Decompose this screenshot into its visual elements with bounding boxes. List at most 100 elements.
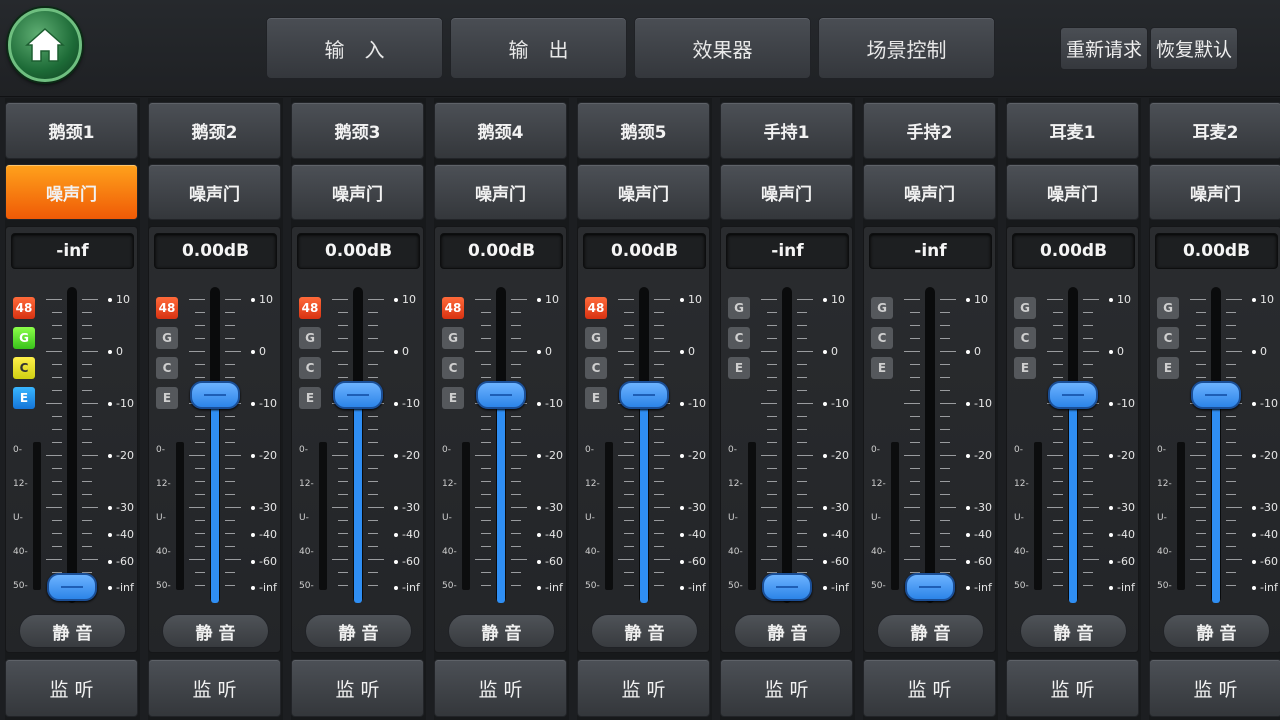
meter-label: 12- [585,479,600,489]
indicator-e[interactable]: E [299,387,321,409]
fader-track[interactable] [782,287,792,603]
home-button[interactable] [8,8,82,82]
reset-default-button[interactable]: 恢复默认 [1150,27,1238,70]
indicator-c[interactable]: C [13,357,35,379]
noise-gate-button[interactable]: 噪声门 [1006,164,1139,220]
scale-tick [338,325,348,326]
indicator-g[interactable]: G [1157,297,1179,319]
scale-tick [1226,338,1236,339]
indicator-e[interactable]: E [156,387,178,409]
gain-value: 0.00dB [154,233,277,269]
mute-button[interactable]: 静 音 [591,614,698,648]
indicator-c[interactable]: C [585,357,607,379]
channel-name-button[interactable]: 鹅颈2 [148,102,281,159]
mute-button[interactable]: 静 音 [1163,614,1270,648]
scale-tick [475,507,491,508]
scale-label: -20 [259,449,277,462]
indicator-e[interactable]: E [871,357,893,379]
indicator-e[interactable]: E [442,387,464,409]
indicator-e[interactable]: E [1157,357,1179,379]
indicator-48[interactable]: 48 [299,297,321,319]
tab-input[interactable]: 输 入 [266,17,443,79]
scale-tick [332,507,348,508]
scale-label: -30 [1117,501,1135,514]
tab-scene-control[interactable]: 场景控制 [818,17,995,79]
reload-button[interactable]: 重新请求 [1060,27,1148,70]
channel-name-button[interactable]: 手持2 [863,102,996,159]
fader-knob[interactable] [476,381,526,410]
scale-tick [1226,468,1236,469]
indicator-c[interactable]: C [1157,327,1179,349]
indicator-g[interactable]: G [156,327,178,349]
channel-name-button[interactable]: 手持1 [720,102,853,159]
indicator-c[interactable]: C [728,327,750,349]
indicator-g[interactable]: G [442,327,464,349]
indicator-g[interactable]: G [585,327,607,349]
monitor-button[interactable]: 监 听 [1149,659,1280,717]
monitor-button[interactable]: 监 听 [577,659,710,717]
meter-label: 12- [871,479,886,489]
noise-gate-button[interactable]: 噪声门 [148,164,281,220]
mute-button[interactable]: 静 音 [877,614,984,648]
fader-knob[interactable] [1048,381,1098,410]
tab-effects[interactable]: 效果器 [634,17,811,79]
scale-dot [823,586,827,590]
indicator-e[interactable]: E [585,387,607,409]
indicator-c[interactable]: C [299,357,321,379]
indicator-e[interactable]: E [13,387,35,409]
channel-name-button[interactable]: 鹅颈1 [5,102,138,159]
mute-button[interactable]: 静 音 [448,614,555,648]
indicator-48[interactable]: 48 [442,297,464,319]
mute-button[interactable]: 静 音 [305,614,412,648]
indicator-g[interactable]: G [299,327,321,349]
monitor-button[interactable]: 监 听 [291,659,424,717]
indicator-c[interactable]: C [156,357,178,379]
indicator-48[interactable]: 48 [13,297,35,319]
noise-gate-button[interactable]: 噪声门 [5,164,138,220]
fader-knob[interactable] [333,381,383,410]
fader-track[interactable] [925,287,935,603]
indicator-c[interactable]: C [442,357,464,379]
fader-knob[interactable] [905,573,955,601]
fader-knob[interactable] [190,381,240,410]
indicator-g[interactable]: G [728,297,750,319]
channel-name-button[interactable]: 耳麦1 [1006,102,1139,159]
monitor-button[interactable]: 监 听 [720,659,853,717]
tab-output[interactable]: 输 出 [450,17,627,79]
indicator-48[interactable]: 48 [156,297,178,319]
mute-button[interactable]: 静 音 [162,614,269,648]
noise-gate-button[interactable]: 噪声门 [863,164,996,220]
indicator-g[interactable]: G [871,297,893,319]
fader-track[interactable] [67,287,77,603]
indicator-c[interactable]: C [1014,327,1036,349]
channel-name-button[interactable]: 鹅颈5 [577,102,710,159]
channel-name-button[interactable]: 耳麦2 [1149,102,1280,159]
scale-tick [1053,325,1063,326]
indicator-e[interactable]: E [728,357,750,379]
indicator-48[interactable]: 48 [585,297,607,319]
noise-gate-button[interactable]: 噪声门 [577,164,710,220]
fader-knob[interactable] [1191,381,1241,410]
noise-gate-button[interactable]: 噪声门 [720,164,853,220]
indicator-e[interactable]: E [1014,357,1036,379]
monitor-button[interactable]: 监 听 [148,659,281,717]
indicator-g[interactable]: G [13,327,35,349]
mute-button[interactable]: 静 音 [734,614,841,648]
monitor-button[interactable]: 监 听 [434,659,567,717]
indicator-c[interactable]: C [871,327,893,349]
fader-knob[interactable] [762,573,812,601]
channel-name-button[interactable]: 鹅颈4 [434,102,567,159]
noise-gate-button[interactable]: 噪声门 [434,164,567,220]
noise-gate-button[interactable]: 噪声门 [291,164,424,220]
channel-name-button[interactable]: 鹅颈3 [291,102,424,159]
monitor-button[interactable]: 监 听 [5,659,138,717]
mute-button[interactable]: 静 音 [1020,614,1127,648]
indicator-g[interactable]: G [1014,297,1036,319]
scale-tick [52,520,62,521]
noise-gate-button[interactable]: 噪声门 [1149,164,1280,220]
fader-knob[interactable] [619,381,669,410]
fader-knob[interactable] [47,573,97,601]
mute-button[interactable]: 静 音 [19,614,126,648]
monitor-button[interactable]: 监 听 [863,659,996,717]
monitor-button[interactable]: 监 听 [1006,659,1139,717]
